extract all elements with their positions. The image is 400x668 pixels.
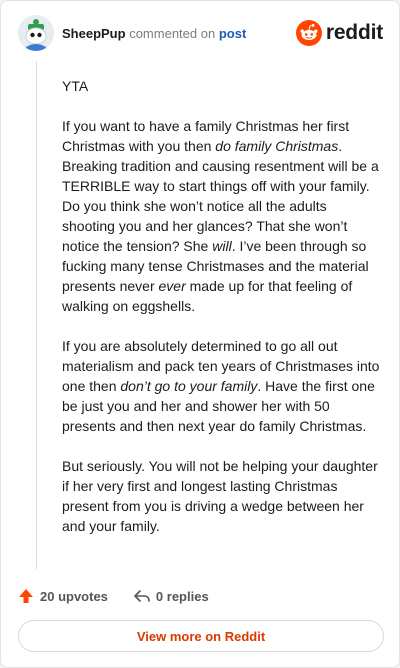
commented-on-text: commented on [129, 26, 216, 41]
upvote-arrow-icon [19, 589, 33, 603]
reddit-logo-text: reddit [325, 21, 383, 44]
view-more-label: View more on Reddit [136, 628, 266, 644]
comment-paragraph-1: YTA [62, 78, 89, 94]
emphasis-text: don’t go to your family [120, 378, 258, 394]
reddit-logo-icon [295, 20, 322, 46]
avatar[interactable] [18, 15, 54, 51]
reddit-logo[interactable]: reddit [295, 19, 383, 47]
upvote-button[interactable]: 20 upvotes [18, 588, 108, 604]
snoo-avatar-icon [18, 15, 54, 51]
reply-button[interactable]: 0 replies [134, 589, 209, 604]
thread-line[interactable] [36, 61, 37, 569]
emphasis-text: ever [158, 278, 186, 294]
reply-arrow-icon [134, 590, 150, 602]
comment-body: YTA If you want to have a family Christm… [62, 76, 380, 556]
comment-actions: 20 upvotes 0 replies [18, 585, 235, 607]
username-link[interactable]: SheepPup [62, 26, 126, 41]
comment-paragraph-3: If you are absolutely determined to go a… [62, 336, 380, 436]
post-link[interactable]: post [219, 26, 246, 41]
comment-card: SheepPup commented on post reddit YTA If… [0, 0, 400, 668]
text-run: . Breaking tradition and causing resentm… [62, 138, 379, 254]
emphasis-text: will [212, 238, 232, 254]
comment-header: SheepPup commented on post reddit [18, 15, 383, 55]
view-more-button[interactable]: View more on Reddit [18, 620, 384, 652]
comment-paragraph-4: But seriously. You will not be helping y… [62, 458, 378, 534]
comment-paragraph-2: If you want to have a family Christmas h… [62, 116, 380, 316]
comment-meta: SheepPup commented on post [62, 26, 246, 42]
emphasis-text: do family Christmas [215, 138, 339, 154]
upvote-count: 20 upvotes [40, 588, 108, 604]
reply-count: 0 replies [155, 588, 209, 604]
